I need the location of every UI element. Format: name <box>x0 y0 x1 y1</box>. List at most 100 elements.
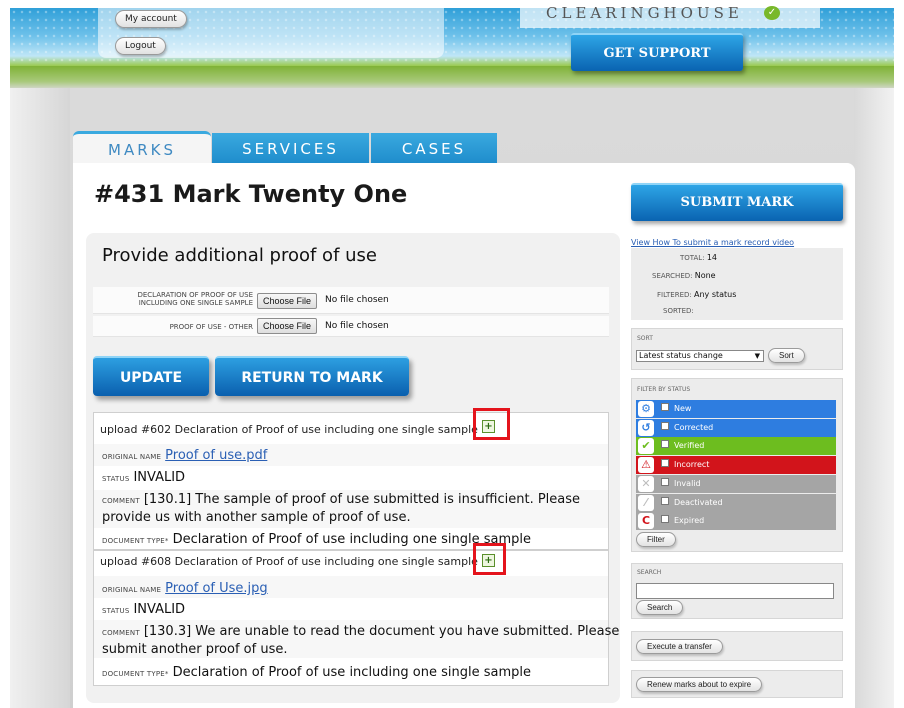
execute-transfer-button[interactable]: Execute a transfer <box>636 639 723 654</box>
declaration-file-status: No file chosen <box>325 295 389 305</box>
status-filter-incorrect[interactable]: ⚠ Incorrect <box>636 456 836 475</box>
comment-label: Comment <box>102 497 140 505</box>
comment-text: [130.1] The sample of proof of use submi… <box>143 492 581 507</box>
upload-602-original-name: Original name Proof of use.pdf <box>102 448 267 463</box>
sort-select-value: Latest status change <box>639 351 723 360</box>
status-filter-deactivated[interactable]: ⁄ Deactivated <box>636 493 836 512</box>
upload-602-heading: upload #602 Declaration of Proof of use … <box>100 423 478 436</box>
refresh-icon: ↺ <box>638 419 654 436</box>
sort-select[interactable]: Latest status change ▼ <box>636 350 764 362</box>
status-label: Invalid <box>674 478 701 488</box>
update-button[interactable]: UPDATE <box>93 356 209 396</box>
slash-icon: ⁄ <box>638 494 654 511</box>
expired-icon: C <box>638 513 654 530</box>
status-value: INVALID <box>133 470 186 485</box>
sort-title: Sort <box>637 335 653 342</box>
tab-cases[interactable]: CASES <box>371 133 497 165</box>
status-label: Corrected <box>674 422 714 432</box>
status-filter-invalid[interactable]: ✕ Invalid <box>636 474 836 493</box>
proof-of-use-title: Provide additional proof of use <box>102 245 377 266</box>
highlight-box <box>473 543 506 575</box>
my-account-button[interactable]: My account <box>115 10 187 28</box>
stat-filtered-value: Any status <box>694 290 737 299</box>
chevron-down-icon: ▼ <box>754 352 760 360</box>
return-to-mark-button[interactable]: RETURN TO MARK <box>215 356 409 396</box>
stat-sorted: Sorted: <box>663 307 694 315</box>
status-checkbox[interactable] <box>661 403 669 411</box>
file-link[interactable]: Proof of Use.jpg <box>165 581 267 596</box>
status-label: New <box>674 404 692 413</box>
search-input[interactable] <box>636 583 834 599</box>
upload-608-original-name: Original name Proof of Use.jpg <box>102 581 268 596</box>
tab-services[interactable]: SERVICES <box>212 133 369 165</box>
check-icon: ✔ <box>638 438 654 455</box>
upload-608-heading: upload #608 Declaration of Proof of use … <box>100 555 478 568</box>
search-title: Search <box>637 569 662 576</box>
file-link[interactable]: Proof of use.pdf <box>165 448 267 463</box>
status-checkbox[interactable] <box>661 515 669 524</box>
declaration-label-line1: Declaration of proof of use <box>137 291 253 299</box>
declaration-field-label: Declaration of proof of use including on… <box>137 291 253 307</box>
renew-marks-button[interactable]: Renew marks about to expire <box>636 677 763 692</box>
other-proof-field-label: Proof of use - other <box>169 323 253 331</box>
gear-icon: ⚙ <box>638 401 654 417</box>
status-label: Verified <box>674 441 705 451</box>
declaration-choose-file-button[interactable]: Choose File <box>257 293 318 309</box>
page-shadow-left <box>10 8 70 708</box>
status-label: Status <box>102 475 130 483</box>
status-label: Status <box>102 607 130 615</box>
sort-button[interactable]: Sort <box>768 348 805 363</box>
sort-panel <box>631 328 843 370</box>
status-checkbox[interactable] <box>661 459 669 468</box>
stat-total: Total: 14 <box>680 253 717 262</box>
logout-button[interactable]: Logout <box>115 37 166 55</box>
upload-602-comment-line2: provide us with another sample of proof … <box>102 510 411 525</box>
upload-602-doctype: Document type* Declaration of Proof of us… <box>102 532 531 547</box>
original-name-label: Original name <box>102 586 162 594</box>
upload-602-status: Status INVALID <box>102 470 185 485</box>
original-name-label: Original name <box>102 453 162 461</box>
status-checkbox[interactable] <box>661 496 669 505</box>
filter-button[interactable]: Filter <box>636 532 676 547</box>
stat-total-value: 14 <box>706 253 717 262</box>
stat-filtered: Filtered: Any status <box>657 290 736 299</box>
declaration-label-line2: including one single sample <box>138 299 253 307</box>
x-icon: ✕ <box>638 475 654 492</box>
stat-searched-label: Searched: <box>652 272 693 280</box>
status-checkbox[interactable] <box>661 421 669 430</box>
upload-608-doctype: Document type* Declaration of Proof of us… <box>102 665 531 680</box>
search-button[interactable]: Search <box>636 600 684 615</box>
status-filter-corrected[interactable]: ↺ Corrected <box>636 418 836 437</box>
submit-mark-button[interactable]: SUBMIT MARK <box>631 183 843 221</box>
other-proof-upload-row: Proof of use - other Choose File No file… <box>93 316 609 337</box>
other-proof-choose-file-button[interactable]: Choose File <box>257 318 318 334</box>
status-filter-expired[interactable]: C Expired <box>636 512 836 531</box>
upload-608-status: Status INVALID <box>102 602 185 617</box>
how-to-video-link[interactable]: View How To submit a mark record video <box>631 238 794 247</box>
upload-608-comment: Comment [130.3] We are unable to read the… <box>102 624 619 639</box>
status-filter-verified[interactable]: ✔ Verified <box>636 437 836 456</box>
get-support-button[interactable]: GET SUPPORT <box>571 33 743 71</box>
comment-text: [130.3] We are unable to read the docume… <box>143 624 620 639</box>
upload-608-comment-line2: submit another proof of use. <box>102 642 288 657</box>
clearinghouse-logo: CLEARINGHOUSE <box>546 4 743 22</box>
page-title: #431 Mark Twenty One <box>94 180 408 208</box>
stat-searched: Searched: None <box>652 271 716 280</box>
status-label: Deactivated <box>674 497 723 507</box>
stat-total-label: Total: <box>680 254 705 262</box>
doctype-label: Document type* <box>102 670 169 678</box>
other-proof-file-status: No file chosen <box>325 321 389 331</box>
status-label: Incorrect <box>674 460 710 470</box>
status-checkbox[interactable] <box>661 440 669 449</box>
stat-searched-value: None <box>694 271 716 280</box>
upload-602-comment: Comment [130.1] The sample of proof of us… <box>102 492 580 507</box>
stat-filtered-label: Filtered: <box>657 291 692 299</box>
status-label: Expired <box>674 516 705 526</box>
logo-check-icon: ✓ <box>764 6 780 20</box>
status-checkbox[interactable] <box>661 477 669 486</box>
doctype-value: Declaration of Proof of use including on… <box>172 665 531 680</box>
status-filter-new[interactable]: ⚙ New <box>636 400 836 418</box>
declaration-upload-row: Declaration of proof of use including on… <box>93 287 609 314</box>
highlight-box <box>473 408 510 440</box>
tab-marks[interactable]: MARKS <box>73 131 211 165</box>
